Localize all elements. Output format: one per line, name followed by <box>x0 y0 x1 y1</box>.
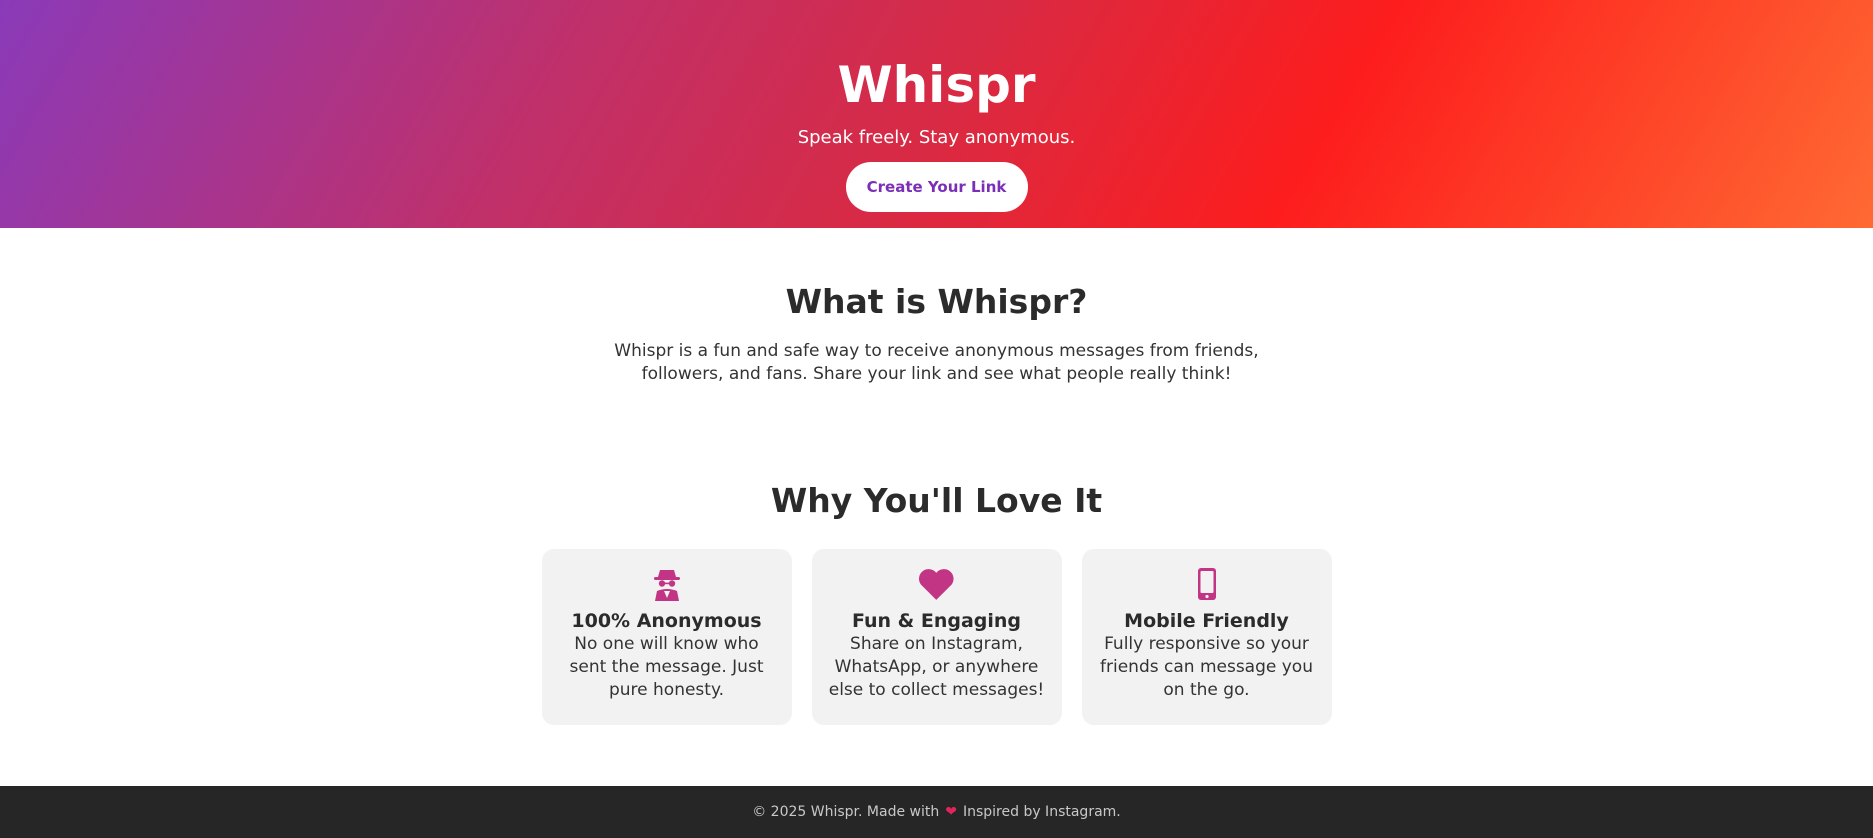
feature-title: 100% Anonymous <box>571 610 762 632</box>
features-section: Why You'll Love It 100% Anonymous No one… <box>0 386 1873 725</box>
feature-description: Share on Instagram, WhatsApp, or anywher… <box>828 634 1045 700</box>
footer-credit: Inspired by Instagram. <box>962 804 1121 820</box>
feature-title: Fun & Engaging <box>851 610 1022 632</box>
footer-copyright: © 2025 Whispr. Made with <box>752 804 940 820</box>
feature-description: No one will know who sent the message. J… <box>569 634 764 700</box>
about-text: Whispr is a fun and safe way to receive … <box>614 341 1259 384</box>
feature-title: Mobile Friendly <box>1124 610 1289 632</box>
hero-banner: Whispr Speak freely. Stay anonymous. Cre… <box>0 0 1873 228</box>
feature-cards: 100% Anonymous No one will know who sent… <box>0 549 1873 725</box>
about-section: What is Whispr? Whispr is a fun and safe… <box>0 228 1873 386</box>
feature-card-mobile: Mobile Friendly Fully responsive so your… <box>1081 549 1332 725</box>
heart-icon <box>826 567 1048 603</box>
tagline: Speak freely. Stay anonymous. <box>797 127 1076 148</box>
about-heading: What is Whispr? <box>785 282 1088 321</box>
feature-card-fun: Fun & Engaging Share on Instagram, Whats… <box>811 549 1062 725</box>
site-title: Whispr <box>837 56 1036 114</box>
mobile-phone-icon <box>1096 567 1318 603</box>
feature-description: Fully responsive so your friends can mes… <box>1100 634 1313 700</box>
features-heading: Why You'll Love It <box>770 481 1103 520</box>
site-footer: © 2025 Whispr. Made with ❤ Inspired by I… <box>0 786 1873 838</box>
incognito-icon <box>556 567 778 603</box>
feature-card-anonymous: 100% Anonymous No one will know who sent… <box>541 549 792 725</box>
heart-icon: ❤ <box>945 804 957 820</box>
create-link-button[interactable]: Create Your Link <box>845 162 1028 212</box>
